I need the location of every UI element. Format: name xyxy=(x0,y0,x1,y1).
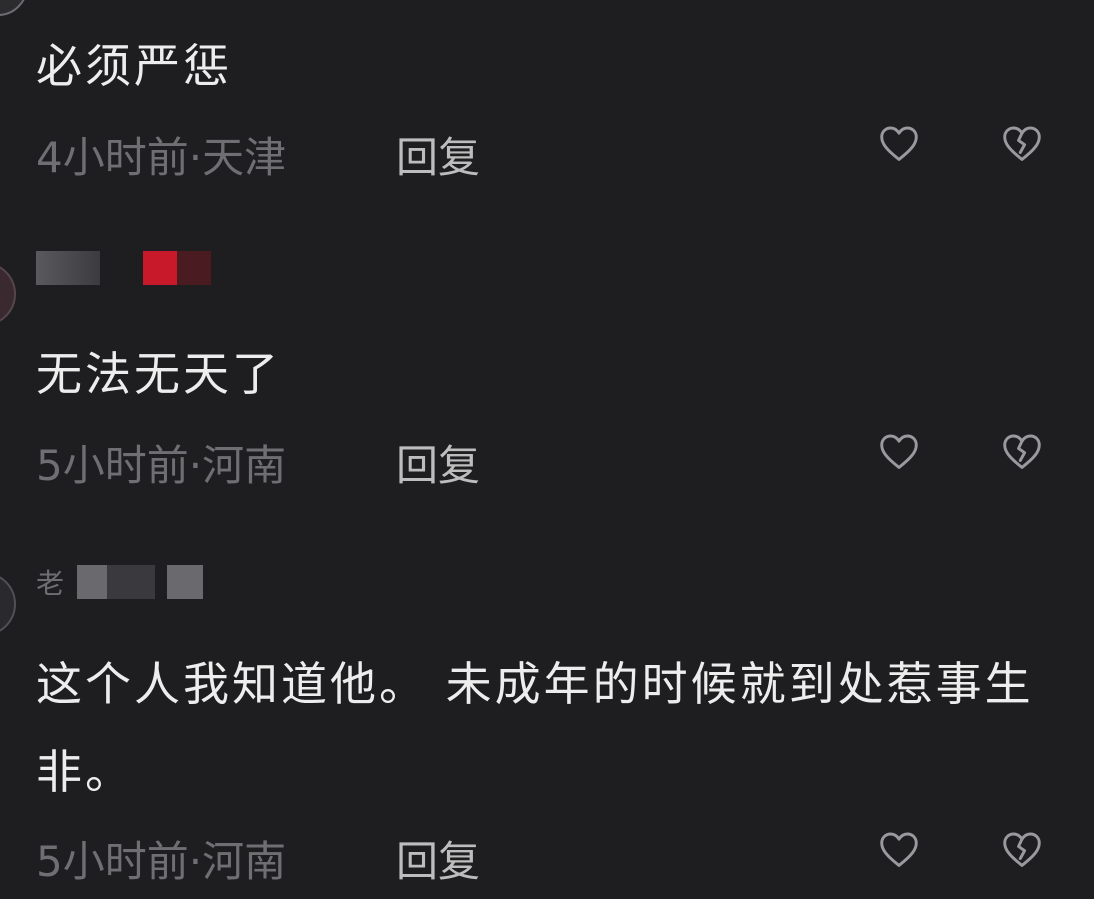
comment-time: 5小时前 xyxy=(36,837,189,886)
heart-outline-icon[interactable] xyxy=(878,124,920,162)
meta-separator: · xyxy=(188,837,203,886)
comment-location: 河南 xyxy=(202,441,287,490)
comment-location: 天津 xyxy=(202,133,287,182)
broken-heart-icon[interactable] xyxy=(1001,432,1043,470)
comment-location: 河南 xyxy=(202,837,287,886)
comment-text: 这个人我知道他。 未成年的时候就到处惹事生非。 xyxy=(36,657,1034,799)
broken-heart-icon[interactable] xyxy=(1001,830,1043,868)
comment-meta: 4小时前·天津 xyxy=(36,124,286,185)
username-blur xyxy=(166,565,203,599)
reply-button[interactable]: 回复 xyxy=(396,124,480,185)
comment-text: 必须严惩 xyxy=(36,39,232,93)
comment-time: 5小时前 xyxy=(36,441,189,490)
heart-outline-icon[interactable] xyxy=(878,432,920,470)
comment-time: 4小时前 xyxy=(36,133,189,182)
avatar[interactable] xyxy=(0,262,16,326)
username-blur xyxy=(36,251,100,285)
heart-outline-icon[interactable] xyxy=(878,830,920,868)
avatar[interactable] xyxy=(0,572,16,636)
username-blur xyxy=(76,565,107,599)
username[interactable] xyxy=(36,250,211,294)
meta-separator: · xyxy=(188,441,203,490)
username-text: 老 xyxy=(36,567,67,600)
reply-button[interactable]: 回复 xyxy=(396,828,480,889)
badge-blur xyxy=(176,251,211,285)
reply-button[interactable]: 回复 xyxy=(396,432,480,493)
badge-blur xyxy=(142,251,177,285)
avatar[interactable] xyxy=(0,0,28,16)
comment-meta: 5小时前·河南 xyxy=(36,828,286,889)
meta-separator: · xyxy=(188,133,203,182)
comment-text: 无法无天了 xyxy=(36,347,281,401)
broken-heart-icon[interactable] xyxy=(1001,124,1043,162)
comment-meta: 5小时前·河南 xyxy=(36,432,286,493)
username[interactable]: 老 xyxy=(36,562,203,606)
username-blur xyxy=(106,565,155,599)
